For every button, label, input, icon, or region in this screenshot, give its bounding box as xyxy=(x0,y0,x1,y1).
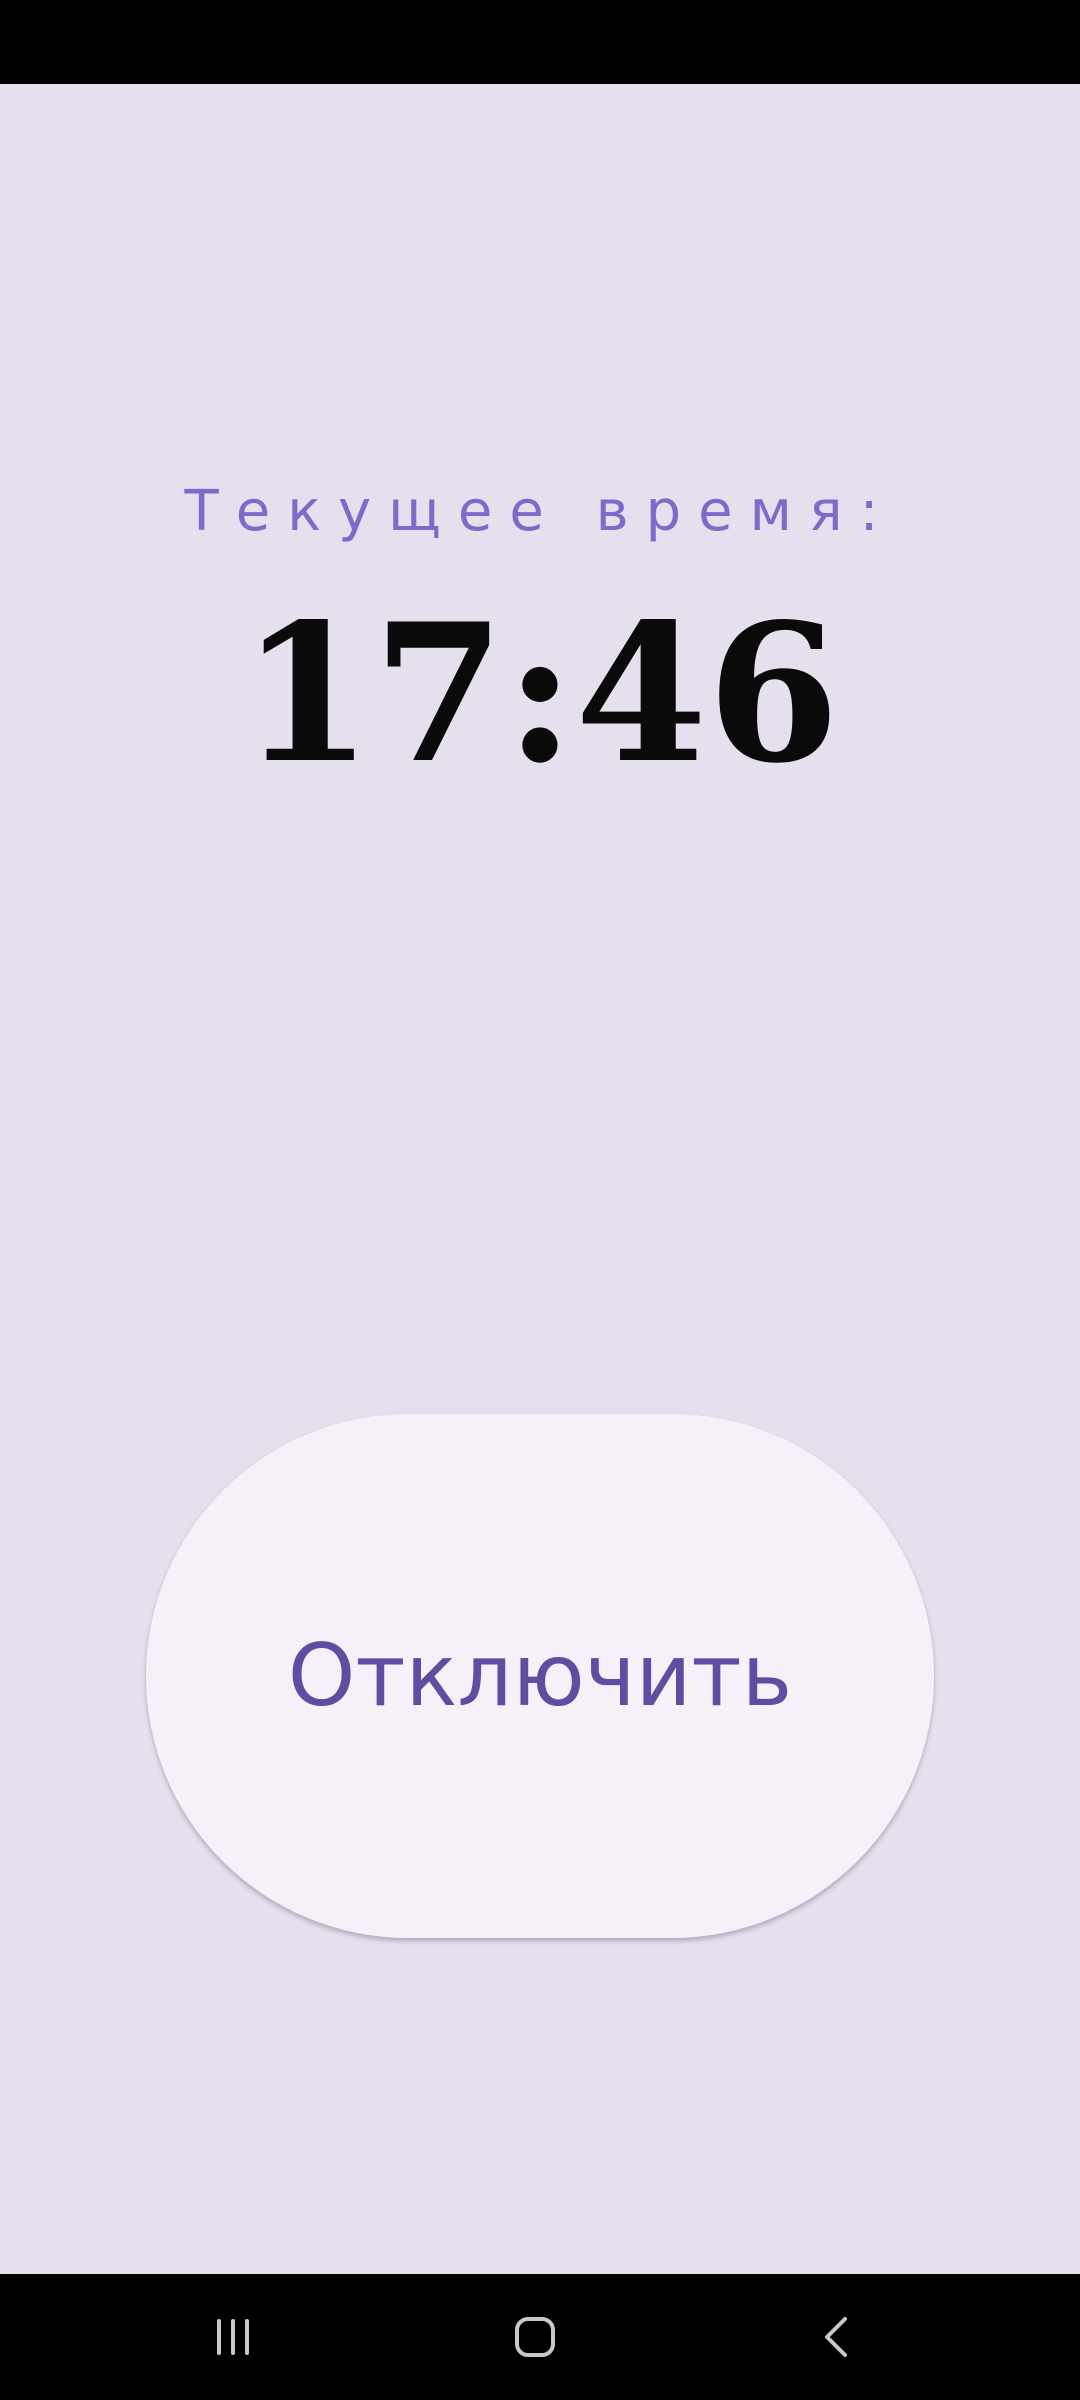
navigation-bar xyxy=(0,2274,1080,2400)
current-time-value: 17:46 xyxy=(240,582,840,805)
back-icon xyxy=(825,2317,847,2357)
home-icon xyxy=(515,2317,555,2357)
back-button[interactable] xyxy=(797,2297,877,2377)
disable-button[interactable]: Отключить xyxy=(146,1414,934,1938)
home-button[interactable] xyxy=(495,2297,575,2377)
app-screen: Текущее время: 17:46 Отключить xyxy=(0,84,1080,2274)
status-bar xyxy=(0,0,1080,84)
current-time-label: Текущее время: xyxy=(184,479,896,544)
disable-button-label: Отключить xyxy=(287,1626,793,1726)
recents-icon xyxy=(217,2319,249,2355)
recents-button[interactable] xyxy=(193,2297,273,2377)
